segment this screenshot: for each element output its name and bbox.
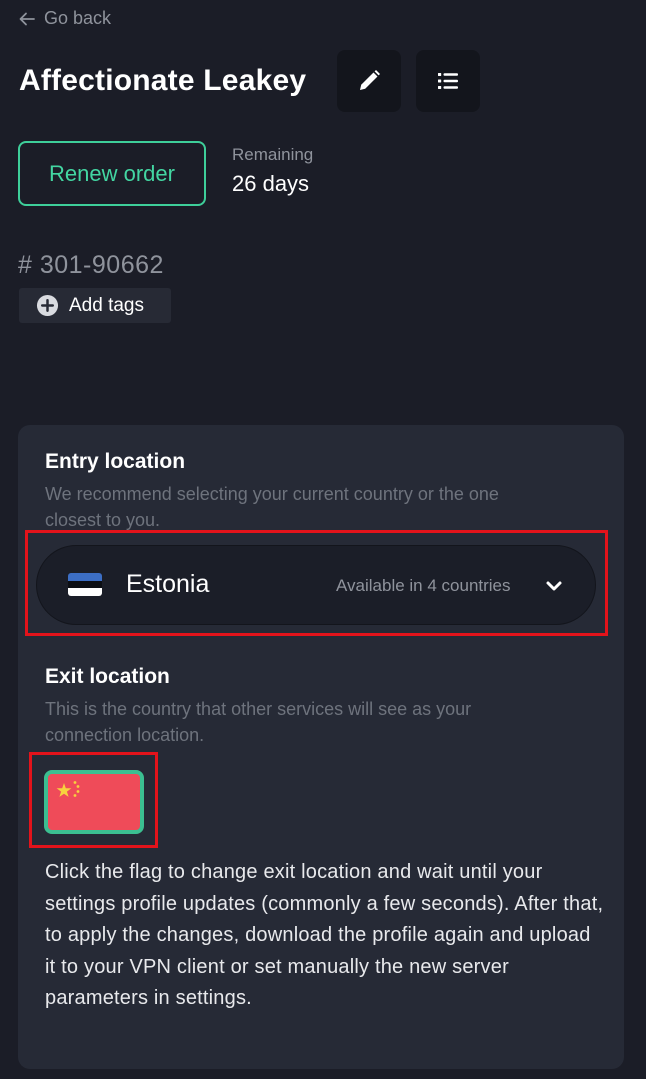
exit-instructions: Click the flag to change exit location a…	[45, 861, 604, 1009]
go-back-link[interactable]: Go back	[18, 8, 111, 29]
exit-location-title: Exit location	[45, 665, 170, 688]
edit-name-button[interactable]	[337, 50, 401, 112]
plus-circle-icon	[36, 294, 59, 317]
exit-country-flag-button[interactable]	[44, 770, 144, 834]
remaining-label: Remaining	[232, 145, 314, 164]
remaining-value: 26 days	[232, 171, 310, 196]
exit-location-description: This is the country that other services …	[45, 699, 472, 745]
renew-order-button[interactable]: Renew order	[18, 141, 206, 206]
list-icon	[438, 73, 458, 89]
chevron-down-icon[interactable]	[543, 575, 565, 597]
entry-location-description: We recommend selecting your current coun…	[45, 484, 499, 530]
entry-location-title: Entry location	[45, 450, 186, 473]
add-tags-label: Add tags	[69, 294, 144, 316]
selected-country-name: Estonia	[126, 570, 210, 598]
china-flag-icon	[56, 781, 80, 797]
pencil-icon	[360, 70, 380, 90]
entry-country-select[interactable]	[36, 545, 596, 625]
arrow-left-icon	[19, 12, 35, 25]
page-title: Affectionate Leakey	[19, 64, 307, 97]
go-back-label: Go back	[44, 8, 112, 28]
order-id: # 301-90662	[18, 251, 164, 279]
availability-text: Available in 4 countries	[336, 576, 511, 595]
list-view-button[interactable]	[416, 50, 480, 112]
add-tags-button[interactable]: Add tags	[19, 288, 171, 323]
estonia-flag-icon	[68, 573, 102, 596]
